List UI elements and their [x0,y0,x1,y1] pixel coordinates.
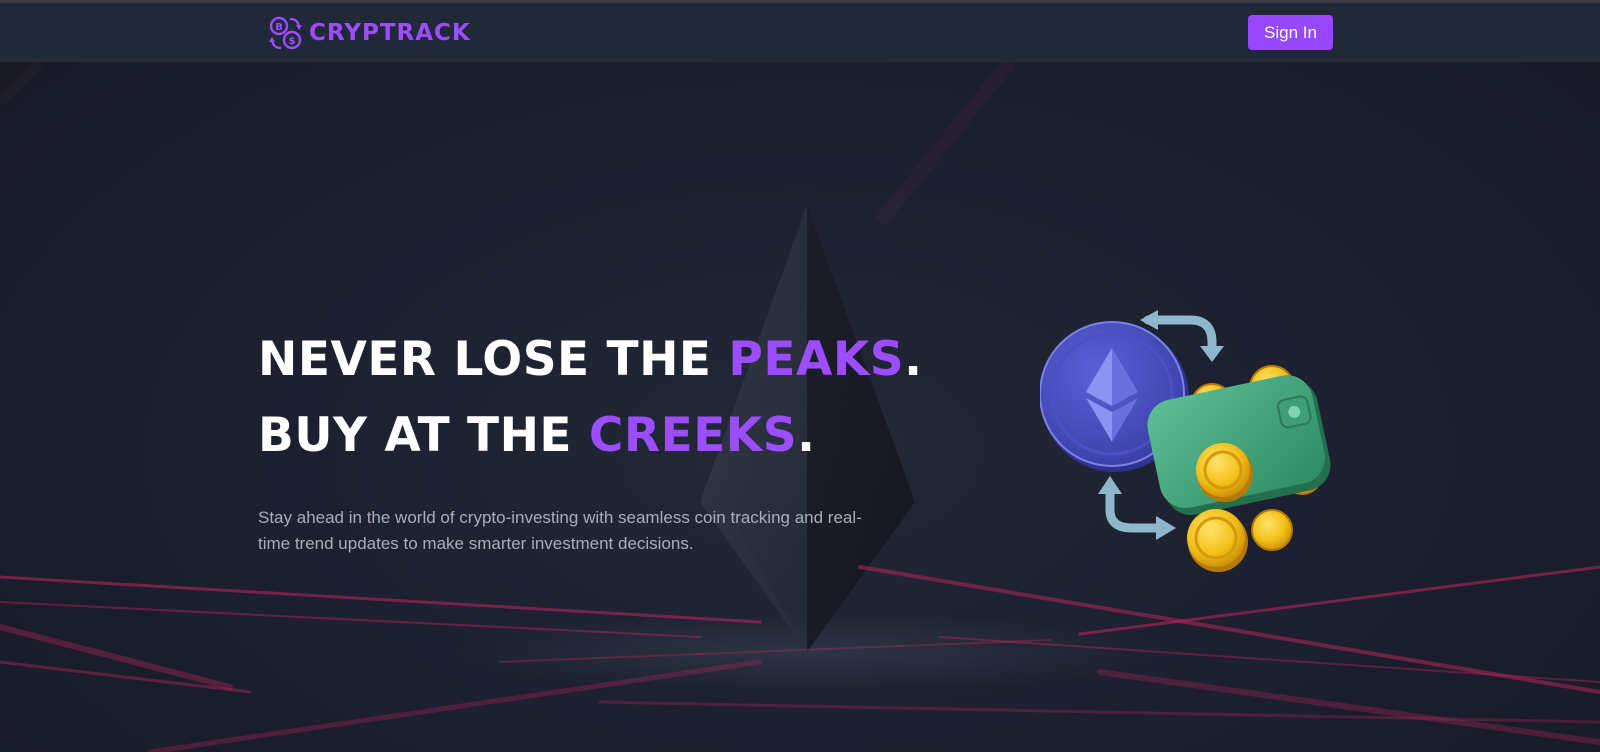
top-navbar: B $ CRYPTRACK Sign In [0,3,1600,62]
app-frame: B $ CRYPTRACK Sign In NEVER LOSE THE PEA… [0,0,1600,752]
headline-line-1-text: NEVER LOSE THE [258,332,729,387]
brand-name: CRYPTRACK [309,20,471,46]
headline-line-1-period: . [904,332,923,387]
sign-in-button[interactable]: Sign In [1248,15,1333,50]
hero-headline: NEVER LOSE THE PEAKS. BUY AT THE CREEKS. [258,322,922,474]
brand-logo[interactable]: B $ CRYPTRACK [269,15,471,51]
headline-accent-creeks: CREEKS [588,408,798,463]
bitcoin-dollar-exchange-icon: B $ [269,16,302,50]
headline-accent-peaks: PEAKS [728,332,905,387]
headline-line-2: BUY AT THE CREEKS. [258,408,815,463]
ethereum-coin-wallet-exchange-icon [1040,310,1331,572]
headline-line-1: NEVER LOSE THE PEAKS. [258,332,922,387]
headline-line-2-period: . [797,408,816,463]
svg-text:B: B [275,22,283,33]
svg-text:$: $ [289,36,296,47]
hero-description: Stay ahead in the world of crypto-invest… [258,508,862,553]
headline-line-2-text: BUY AT THE [258,408,589,463]
